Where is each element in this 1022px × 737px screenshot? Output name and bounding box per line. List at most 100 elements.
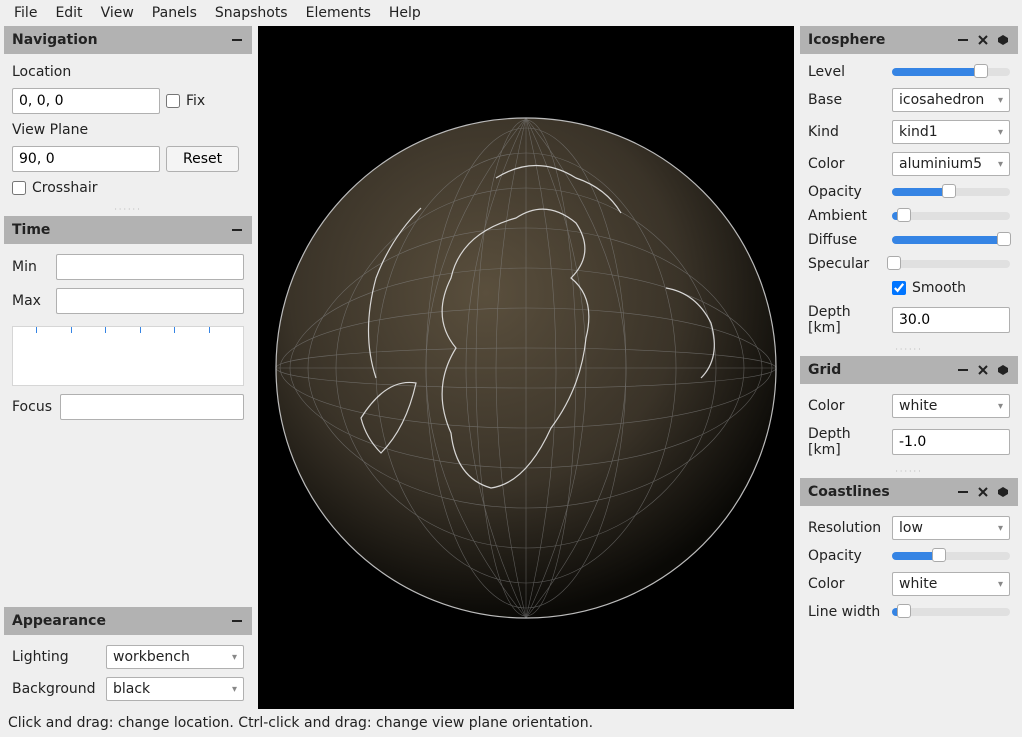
max-input[interactable] xyxy=(56,288,244,314)
panel-body-time: Min Max Focus xyxy=(4,246,252,428)
base-select[interactable]: icosahedron▾ xyxy=(892,88,1010,112)
panel-header-grid: Grid xyxy=(800,356,1018,384)
fix-label: Fix xyxy=(186,93,205,109)
chevron-down-icon: ▾ xyxy=(232,652,237,663)
kind-label: Kind xyxy=(808,124,886,140)
panel-body-appearance: Lighting workbench▾ Background black▾ xyxy=(4,637,252,709)
viewport-3d[interactable] xyxy=(258,26,794,709)
collapse-icon[interactable] xyxy=(956,363,970,377)
collapse-icon[interactable] xyxy=(956,485,970,499)
viewplane-label: View Plane xyxy=(12,122,244,138)
menu-elements[interactable]: Elements xyxy=(298,3,379,23)
chevron-down-icon: ▾ xyxy=(998,401,1003,412)
color-label: Color xyxy=(808,156,886,172)
element-icon[interactable] xyxy=(996,363,1010,377)
collapse-icon[interactable] xyxy=(956,33,970,47)
min-input[interactable] xyxy=(56,254,244,280)
panel-body-coastlines: Resolution low▾ Opacity Color white▾ Line … xyxy=(800,508,1018,628)
location-label: Location xyxy=(12,64,244,80)
coast-color-select[interactable]: white▾ xyxy=(892,572,1010,596)
panel-title: Grid xyxy=(808,362,841,378)
panel-title: Time xyxy=(12,222,50,238)
menu-help[interactable]: Help xyxy=(381,3,429,23)
resolution-label: Resolution xyxy=(808,520,886,536)
diffuse-slider[interactable] xyxy=(892,236,1010,244)
panel-title: Navigation xyxy=(12,32,98,48)
level-label: Level xyxy=(808,64,886,80)
panel-title: Coastlines xyxy=(808,484,890,500)
linewidth-label: Line width xyxy=(808,604,886,620)
panel-body-grid: Color white▾ Depth [km] xyxy=(800,386,1018,466)
background-select[interactable]: black▾ xyxy=(106,677,244,701)
opacity-slider[interactable] xyxy=(892,188,1010,196)
fix-checkbox[interactable] xyxy=(166,94,180,108)
grid-depth-label: Depth [km] xyxy=(808,426,886,458)
menu-snapshots[interactable]: Snapshots xyxy=(207,3,296,23)
menu-view[interactable]: View xyxy=(93,3,142,23)
chevron-down-icon: ▾ xyxy=(998,159,1003,170)
panel-grip[interactable]: ······ xyxy=(800,468,1018,476)
menu-file[interactable]: File xyxy=(6,3,45,23)
lighting-select[interactable]: workbench▾ xyxy=(106,645,244,669)
grid-depth-input[interactable] xyxy=(892,429,1010,455)
globe-render xyxy=(266,108,786,628)
element-icon[interactable] xyxy=(996,33,1010,47)
chevron-down-icon: ▾ xyxy=(998,523,1003,534)
collapse-icon[interactable] xyxy=(230,223,244,237)
menu-panels[interactable]: Panels xyxy=(144,3,205,23)
level-slider[interactable] xyxy=(892,68,1010,76)
panel-header-time: Time xyxy=(4,216,252,244)
panel-grip[interactable]: ······ xyxy=(800,346,1018,354)
crosshair-label: Crosshair xyxy=(32,180,97,196)
focus-label: Focus xyxy=(12,399,54,415)
ambient-slider[interactable] xyxy=(892,212,1010,220)
depth-input[interactable] xyxy=(892,307,1010,333)
color-select[interactable]: aluminium5▾ xyxy=(892,152,1010,176)
smooth-checkbox[interactable] xyxy=(892,281,906,295)
chevron-down-icon: ▾ xyxy=(998,579,1003,590)
menu-edit[interactable]: Edit xyxy=(47,3,90,23)
collapse-icon[interactable] xyxy=(230,614,244,628)
coast-color-label: Color xyxy=(808,576,886,592)
coast-opacity-label: Opacity xyxy=(808,548,886,564)
status-bar: Click and drag: change location. Ctrl-cl… xyxy=(0,709,1022,737)
diffuse-label: Diffuse xyxy=(808,232,886,248)
background-label: Background xyxy=(12,681,100,697)
coast-opacity-slider[interactable] xyxy=(892,552,1010,560)
panel-body-navigation: Location Fix View Plane Reset Crosshair xyxy=(4,56,252,204)
max-label: Max xyxy=(12,293,50,309)
panel-body-icosphere: Level Baseicosahedron▾ Kindkind1▾ Colora… xyxy=(800,56,1018,344)
chevron-down-icon: ▾ xyxy=(232,684,237,695)
timeline[interactable] xyxy=(12,326,244,386)
viewplane-input[interactable] xyxy=(12,146,160,172)
panel-title: Icosphere xyxy=(808,32,885,48)
opacity-label: Opacity xyxy=(808,184,886,200)
panel-grip[interactable]: ······ xyxy=(4,206,252,214)
depth-label: Depth [km] xyxy=(808,304,886,336)
linewidth-slider[interactable] xyxy=(892,608,1010,616)
grid-color-select[interactable]: white▾ xyxy=(892,394,1010,418)
panel-header-navigation: Navigation xyxy=(4,26,252,54)
close-icon[interactable] xyxy=(976,33,990,47)
close-icon[interactable] xyxy=(976,363,990,377)
lighting-label: Lighting xyxy=(12,649,100,665)
reset-button[interactable]: Reset xyxy=(166,146,239,172)
kind-select[interactable]: kind1▾ xyxy=(892,120,1010,144)
panel-header-icosphere: Icosphere xyxy=(800,26,1018,54)
panel-header-coastlines: Coastlines xyxy=(800,478,1018,506)
min-label: Min xyxy=(12,259,50,275)
grid-color-label: Color xyxy=(808,398,886,414)
element-icon[interactable] xyxy=(996,485,1010,499)
panel-header-appearance: Appearance xyxy=(4,607,252,635)
specular-label: Specular xyxy=(808,256,886,272)
focus-input[interactable] xyxy=(60,394,244,420)
close-icon[interactable] xyxy=(976,485,990,499)
chevron-down-icon: ▾ xyxy=(998,127,1003,138)
resolution-select[interactable]: low▾ xyxy=(892,516,1010,540)
crosshair-checkbox[interactable] xyxy=(12,181,26,195)
ambient-label: Ambient xyxy=(808,208,886,224)
specular-slider[interactable] xyxy=(892,260,1010,268)
chevron-down-icon: ▾ xyxy=(998,95,1003,106)
location-input[interactable] xyxy=(12,88,160,114)
collapse-icon[interactable] xyxy=(230,33,244,47)
